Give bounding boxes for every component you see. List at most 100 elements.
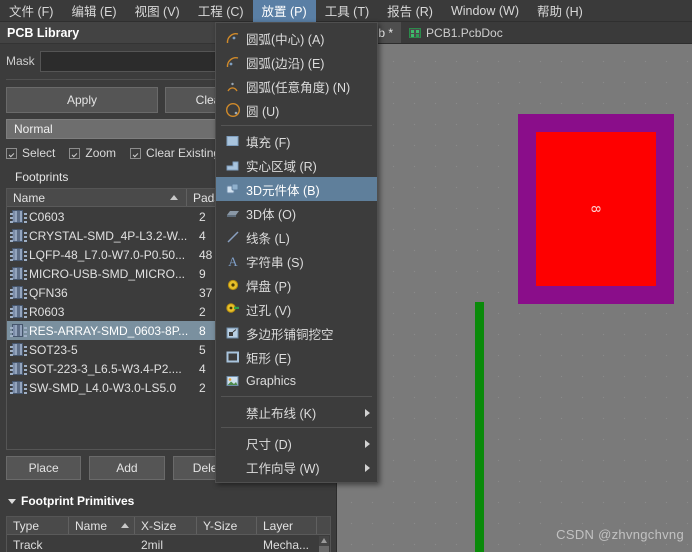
arc-edge-icon <box>220 50 246 74</box>
place-button[interactable]: Place <box>6 456 82 480</box>
scroll-up-icon[interactable] <box>321 538 327 543</box>
footprint-icon <box>10 324 23 337</box>
apply-button[interactable]: Apply <box>6 87 158 113</box>
mask-label: Mask <box>6 54 35 68</box>
column-header-y-size[interactable]: Y-Size <box>197 517 257 534</box>
menu-item-dimension-label: 尺寸 (D) <box>246 437 292 452</box>
column-header-prim-name[interactable]: Name <box>69 517 135 534</box>
footprint-name: MICRO-USB-SMD_MICRO... <box>29 266 185 281</box>
menu-help[interactable]: 帮助 (H) <box>528 0 592 22</box>
arc-any-angle-icon <box>220 74 246 98</box>
menu-window[interactable]: Window (W) <box>442 0 528 22</box>
menu-tools[interactable]: 工具 (T) <box>316 0 378 22</box>
footprint-name: RES-ARRAY-SMD_0603-8P... <box>29 323 189 338</box>
checkbox-zoom[interactable]: Zoom <box>69 146 116 160</box>
footprint-name: SOT23-5 <box>29 342 78 357</box>
polygon-cutout-icon <box>220 321 246 345</box>
checkbox-zoom-box[interactable] <box>69 147 81 159</box>
menu-edit[interactable]: 编辑 (E) <box>62 0 125 22</box>
checkbox-clear-existing[interactable]: Clear Existing <box>130 146 220 160</box>
menu-item-arc-center-label: 圆弧(中心) (A) <box>246 32 325 47</box>
menu-item-circle[interactable]: 圆 (U) <box>216 98 377 122</box>
3d-component-body-icon <box>220 177 246 201</box>
checkbox-clear-existing-label: Clear Existing <box>146 146 221 160</box>
table-row[interactable]: Track 2mil Mecha... <box>7 535 330 552</box>
menu-item-keepout[interactable]: 禁止布线 (K) <box>216 400 377 424</box>
menu-item-rectangle[interactable]: 矩形 (E) <box>216 345 377 369</box>
menu-item-fill-label: 填充 (F) <box>246 135 291 150</box>
scrollbar-thumb[interactable] <box>319 546 329 552</box>
menu-separator <box>221 427 372 428</box>
menu-item-arc-any-angle[interactable]: 圆弧(任意角度) (N) <box>216 74 377 98</box>
circle-icon <box>220 98 246 122</box>
menu-item-circle-label: 圆 (U) <box>246 104 280 119</box>
add-button[interactable]: Add <box>89 456 165 480</box>
footprint-icon <box>10 248 23 261</box>
menu-project[interactable]: 工程 (C) <box>189 0 253 22</box>
checkbox-clear-existing-box[interactable] <box>130 147 142 159</box>
menu-item-fill[interactable]: 填充 (F) <box>216 129 377 153</box>
collapse-triangle-icon[interactable] <box>8 498 16 504</box>
column-header-x-size[interactable]: X-Size <box>135 517 197 534</box>
menu-file[interactable]: 文件 (F) <box>0 0 62 22</box>
tab-pcbdoc[interactable]: PCB1.PcbDoc <box>401 22 511 43</box>
3d-body-icon <box>220 201 246 225</box>
primitives-scrollbar[interactable] <box>319 536 329 552</box>
footprint-icon <box>10 210 23 223</box>
footprint-primitives-section[interactable]: Footprint Primitives <box>4 492 334 510</box>
footprint-icon <box>10 305 23 318</box>
footprint-icon <box>10 286 23 299</box>
string-icon: A <box>220 249 246 273</box>
fill-icon <box>220 129 246 153</box>
column-header-layer[interactable]: Layer <box>257 517 317 534</box>
footprint-primitives-table[interactable]: Type Name X-Size Y-Size Layer Track 2mil… <box>6 516 331 552</box>
checkbox-select[interactable]: Select <box>6 146 55 160</box>
menu-item-dimension[interactable]: 尺寸 (D) <box>216 431 377 455</box>
menu-separator <box>221 396 372 397</box>
column-header-type-label: Type <box>13 518 40 533</box>
pad-body-outer[interactable]: 8 <box>518 114 674 304</box>
pad-body-inner[interactable]: 8 <box>536 132 656 286</box>
menu-item-3d-component-body[interactable]: 3D元件体 (B) <box>216 177 377 201</box>
sort-ascending-icon <box>170 195 178 200</box>
menu-item-arc-any-angle-label: 圆弧(任意角度) (N) <box>246 80 351 95</box>
pcb-canvas[interactable]: 8 CSDN @zhvngchvng <box>337 44 692 552</box>
checkbox-select-box[interactable] <box>6 147 17 159</box>
keepout-icon <box>220 400 246 424</box>
menu-item-graphics-label: Graphics <box>246 374 297 388</box>
work-guide-icon <box>220 455 246 479</box>
menu-reports[interactable]: 报告 (R) <box>378 0 442 22</box>
footprint-icon <box>10 381 23 394</box>
column-header-type[interactable]: Type <box>7 517 69 534</box>
primitives-table-header: Type Name X-Size Y-Size Layer <box>7 517 330 535</box>
menu-item-solid-region[interactable]: 实心区域 (R) <box>216 153 377 177</box>
menu-item-graphics[interactable]: Graphics <box>216 369 377 393</box>
checkbox-zoom-label: Zoom <box>85 146 117 160</box>
menu-item-via[interactable]: 过孔 (V) <box>216 297 377 321</box>
menu-item-pad-label: 焊盘 (P) <box>246 279 292 294</box>
menu-separator <box>221 125 372 126</box>
menu-item-polygon-cutout-label: 多边形铺铜挖空 <box>246 327 334 342</box>
footprint-name: CRYSTAL-SMD_4P-L3.2-W... <box>29 228 188 243</box>
menu-item-arc-center[interactable]: 圆弧(中心) (A) <box>216 26 377 50</box>
footprint-name: SOT-223-3_L6.5-W3.4-P2.... <box>29 361 182 376</box>
primitive-type: Track <box>13 537 43 552</box>
menu-place[interactable]: 放置 (P) <box>252 0 316 22</box>
via-icon <box>220 297 246 321</box>
document-tab-bar: .PcbLib * PCB1.PcbDoc <box>337 22 692 44</box>
menu-item-work-guide[interactable]: 工作向导 (W) <box>216 455 377 479</box>
green-trace[interactable] <box>475 302 484 552</box>
menu-item-line[interactable]: 线条 (L) <box>216 225 377 249</box>
footprint-icon <box>10 267 23 280</box>
menu-item-keepout-label: 禁止布线 (K) <box>246 406 317 421</box>
menu-item-string[interactable]: A 字符串 (S) <box>216 249 377 273</box>
pad-number-label: 8 <box>588 205 604 213</box>
menu-item-3d-body[interactable]: 3D体 (O) <box>216 201 377 225</box>
menu-item-pad[interactable]: 焊盘 (P) <box>216 273 377 297</box>
primitive-x-size: 2mil <box>141 537 164 552</box>
menu-item-arc-edge[interactable]: 圆弧(边沿) (E) <box>216 50 377 74</box>
menu-view[interactable]: 视图 (V) <box>126 0 189 22</box>
footprint-icon <box>10 343 23 356</box>
column-header-name[interactable]: Name <box>7 189 187 206</box>
menu-item-polygon-cutout[interactable]: 多边形铺铜挖空 <box>216 321 377 345</box>
